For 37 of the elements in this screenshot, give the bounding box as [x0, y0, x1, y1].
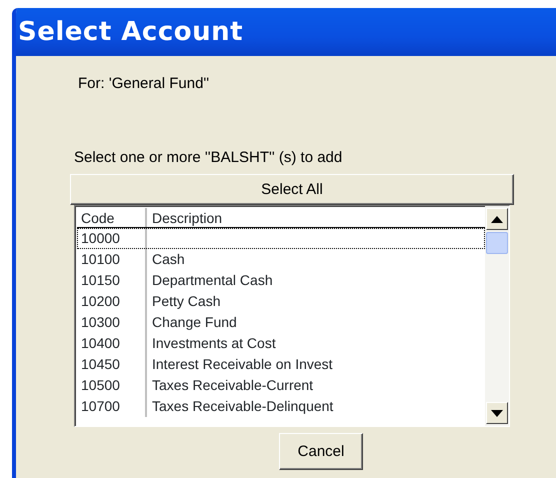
list-row[interactable]: 10000 [77, 228, 485, 249]
code-cell: 10000 [77, 228, 147, 249]
list-row[interactable]: 10300 Change Fund [77, 312, 485, 333]
list-row[interactable]: 10400 Investments at Cost [77, 333, 485, 354]
scroll-up-icon[interactable] [486, 208, 508, 230]
list-row[interactable]: 10700 Taxes Receivable-Delinquent [77, 396, 485, 417]
list-row[interactable]: 10200 Petty Cash [77, 291, 485, 312]
description-cell-text: Taxes Receivable-Current [151, 376, 314, 395]
cancel-button[interactable]: Cancel [279, 433, 363, 470]
instruction-text: Select one or more ''BALSHT'' (s) to add [74, 149, 342, 166]
code-cell: 10300 [77, 312, 147, 333]
code-cell: 10400 [77, 333, 147, 354]
scroll-down-icon[interactable] [486, 402, 508, 424]
description-cell-text: Change Fund [151, 313, 238, 332]
window-title: Select Account [18, 17, 244, 47]
description-cell-text: Taxes Receivable-Delinquent [151, 397, 334, 416]
code-cell: 10100 [77, 249, 147, 270]
fund-label: For: 'General Fund'' [78, 75, 210, 92]
code-cell: 10450 [77, 354, 147, 375]
list-row[interactable]: 10150 Departmental Cash [77, 270, 485, 291]
list-row[interactable]: 10500 Taxes Receivable-Current [77, 375, 485, 396]
code-cell: 10700 [77, 396, 147, 417]
code-cell: 10200 [77, 291, 147, 312]
description-cell-text: Investments at Cost [151, 334, 277, 353]
code-cell: 10500 [77, 375, 147, 396]
column-header[interactable]: Code [77, 208, 147, 227]
scrollbar[interactable] [485, 206, 509, 426]
description-cell-text: Cash [151, 250, 186, 269]
list-row[interactable]: 10450 Interest Receivable on Invest [77, 354, 485, 375]
select-all-button[interactable]: Select All [70, 174, 514, 205]
scroll-thumb[interactable] [486, 232, 508, 254]
description-cell-text: Petty Cash [151, 292, 222, 311]
description-cell-text: Interest Receivable on Invest [151, 355, 334, 374]
list-row[interactable]: 10100 Cash [77, 249, 485, 270]
code-cell: 10150 [77, 270, 147, 291]
description-cell-text: Departmental Cash [151, 271, 274, 290]
column-header[interactable]: Description [147, 208, 485, 227]
